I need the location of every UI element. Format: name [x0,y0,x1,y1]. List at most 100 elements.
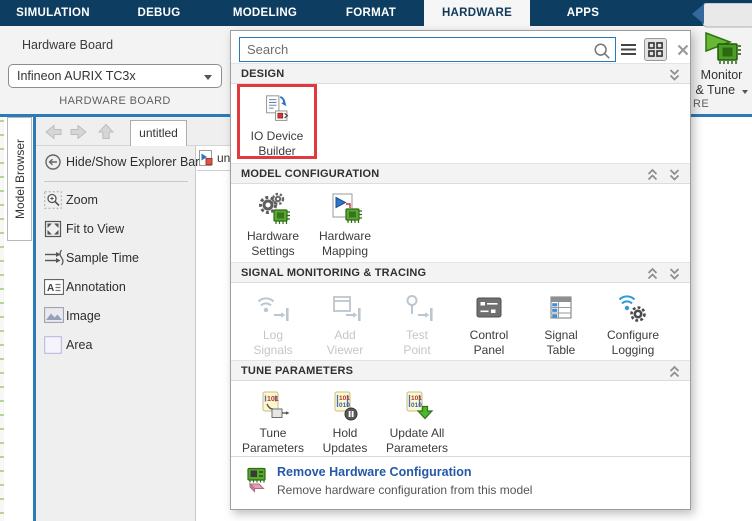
grid-view-button[interactable] [644,38,667,61]
item-label-line: Logging [599,343,667,358]
item-label-line: Add [311,328,379,343]
panel-item-hardware-mapping[interactable]: Hardware Mapping [311,189,379,258]
zoom-icon [44,191,62,209]
panel-item-configure-logging[interactable]: Configure Logging [599,288,667,357]
monitor-tune-label-line2[interactable]: & Tune [691,83,752,97]
sample-time-icon [44,249,64,266]
fit-to-view-icon [44,220,62,238]
item-label-line: Configure [599,328,667,343]
log-signals-icon [255,292,291,326]
hold-updates-icon: 101 010 [327,390,363,424]
tab-simulation[interactable]: SIMULATION [0,0,106,26]
panel-item-update-all-parameters[interactable]: 101 010 Update All Parameters [383,386,451,455]
palette-item-label: Annotation [66,280,126,294]
image-icon [44,307,64,323]
section-header-model-configuration: MODEL CONFIGURATION [231,163,690,184]
canvas-breadcrumb-label: un [217,151,230,165]
chevron-double-up-icon[interactable] [646,267,659,281]
tab-modeling[interactable]: MODELING [212,0,318,26]
list-view-button[interactable] [617,38,640,61]
item-label-line: Tune [239,426,307,441]
tab-format[interactable]: FORMAT [318,0,424,26]
section-header-signal-monitoring: SIGNAL MONITORING & TRACING [231,262,690,283]
tab-apps[interactable]: APPS [530,0,636,26]
palette-item-area[interactable]: Area [36,333,196,359]
panel-item-log-signals: Log Signals [239,288,307,357]
list-view-icon [620,43,637,56]
palette-item-explorer-toggle[interactable]: Hide/Show Explorer Bar [36,150,196,176]
item-label-line: Panel [455,343,523,358]
up-arrow-icon[interactable] [96,122,116,141]
panel-item-hold-updates[interactable]: 101 010 Hold Updates [311,386,379,455]
section-title: SIGNAL MONITORING & TRACING [241,267,426,279]
panel-item-tune-parameters[interactable]: 101 Tune Parameters [239,386,307,455]
panel-item-hardware-settings[interactable]: Hardware Settings [239,189,307,258]
item-label-line: Mapping [311,244,379,259]
monitor-tune-icon [701,30,745,66]
palette-item-label: Hide/Show Explorer Bar [66,155,199,169]
remove-hardware-configuration-description: Remove hardware configuration from this … [277,483,532,497]
document-tab-untitled[interactable]: untitled [130,120,187,147]
collapsed-control-widget[interactable] [692,3,752,33]
svg-text:101: 101 [339,395,350,402]
item-label-line: Hardware [239,229,307,244]
configure-logging-icon [615,292,651,326]
palette-item-image[interactable]: Image [36,304,196,330]
palette-item-label: Sample Time [66,251,139,265]
palette-item-sample-time[interactable]: Sample Time [36,246,196,272]
grid-view-icon [648,42,663,57]
item-label-line: Builder [243,144,311,159]
item-label-line: Hold [311,426,379,441]
model-browser-tab-label: Model Browser [13,139,27,219]
chevron-double-up-icon[interactable] [668,365,681,379]
test-point-icon [399,292,435,326]
panel-item-control-panel[interactable]: Control Panel [455,288,523,357]
tab-hardware[interactable]: HARDWARE [424,0,530,26]
chevron-double-down-icon[interactable] [668,168,681,182]
dropdown-caret-icon [204,75,212,80]
chevron-double-down-icon[interactable] [668,267,681,281]
monitor-tune-button[interactable] [701,30,745,71]
palette-item-fit-to-view[interactable]: Fit to View [36,217,196,243]
item-label-line: IO Device [243,129,311,144]
chevron-double-up-icon[interactable] [646,168,659,182]
section-title: MODEL CONFIGURATION [241,168,379,180]
item-label-line: Parameters [383,441,451,456]
svg-text:101: 101 [411,395,422,402]
back-arrow-icon[interactable] [42,123,64,141]
palette-item-zoom[interactable]: Zoom [36,188,196,214]
palette-divider [44,181,188,182]
item-label-line: Control [455,328,523,343]
search-input[interactable] [239,37,616,62]
io-device-builder-icon [260,93,294,127]
section-header-design: DESIGN [231,63,690,84]
canvas-breadcrumb-tab[interactable]: un [197,147,231,171]
palette-item-annotation[interactable]: A Annotation [36,275,196,301]
close-icon [677,44,689,56]
monitor-tune-label-line1[interactable]: Monitor [691,68,752,82]
panel-item-signal-table[interactable]: Signal Table [527,288,595,357]
section-title: DESIGN [241,68,284,80]
palette-item-label: Area [66,338,92,352]
hardware-board-section-label: HARDWARE BOARD [0,95,230,107]
item-label-line: Hardware [311,229,379,244]
item-label-line: Viewer [311,343,379,358]
forward-arrow-icon[interactable] [68,123,90,141]
hardware-board-dropdown[interactable]: Infineon AURIX TC3x [8,64,222,88]
item-label-line: Point [383,343,451,358]
model-browser-tab[interactable]: Model Browser [7,117,32,241]
item-label-line: Update All [383,426,451,441]
tune-parameters-icon: 101 [255,390,291,424]
canvas-palette: Hide/Show Explorer Bar Zoom Fit to View [36,146,196,521]
annotation-icon: A [44,278,64,296]
svg-text:010: 010 [339,402,350,409]
svg-text:A: A [47,283,54,294]
close-panel-button[interactable] [671,38,694,61]
signal-table-icon [543,292,579,326]
remove-hardware-configuration-link[interactable]: Remove Hardware Configuration [277,465,471,479]
hardware-board-value: Infineon AURIX TC3x [17,69,136,83]
palette-item-label: Image [66,309,101,323]
tab-debug[interactable]: DEBUG [106,0,212,26]
chevron-double-down-icon[interactable] [668,68,681,82]
panel-item-io-device-builder[interactable]: IO Device Builder [243,89,311,158]
